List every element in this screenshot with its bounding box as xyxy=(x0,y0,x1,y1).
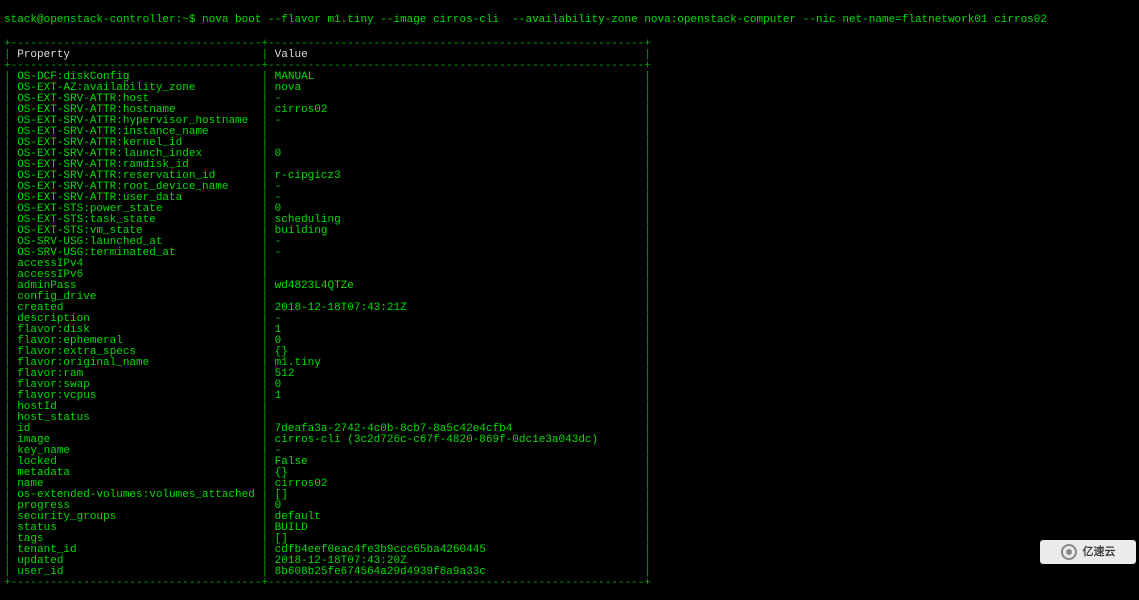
table-row: | user_id | 8b608b25fe674564a29d4939f8a9… xyxy=(4,567,1139,578)
terminal-output: stack@openstack-controller:~$ nova boot … xyxy=(0,0,1139,600)
watermark-text: 亿速云 xyxy=(1083,547,1116,558)
watermark-logo: 亿速云 xyxy=(1040,540,1136,564)
command-prompt[interactable]: stack@openstack-controller:~$ nova boot … xyxy=(4,15,1139,26)
cloud-icon xyxy=(1061,544,1077,560)
nova-boot-table: +--------------------------------------+… xyxy=(4,39,1139,589)
table-border: +--------------------------------------+… xyxy=(4,578,1139,589)
